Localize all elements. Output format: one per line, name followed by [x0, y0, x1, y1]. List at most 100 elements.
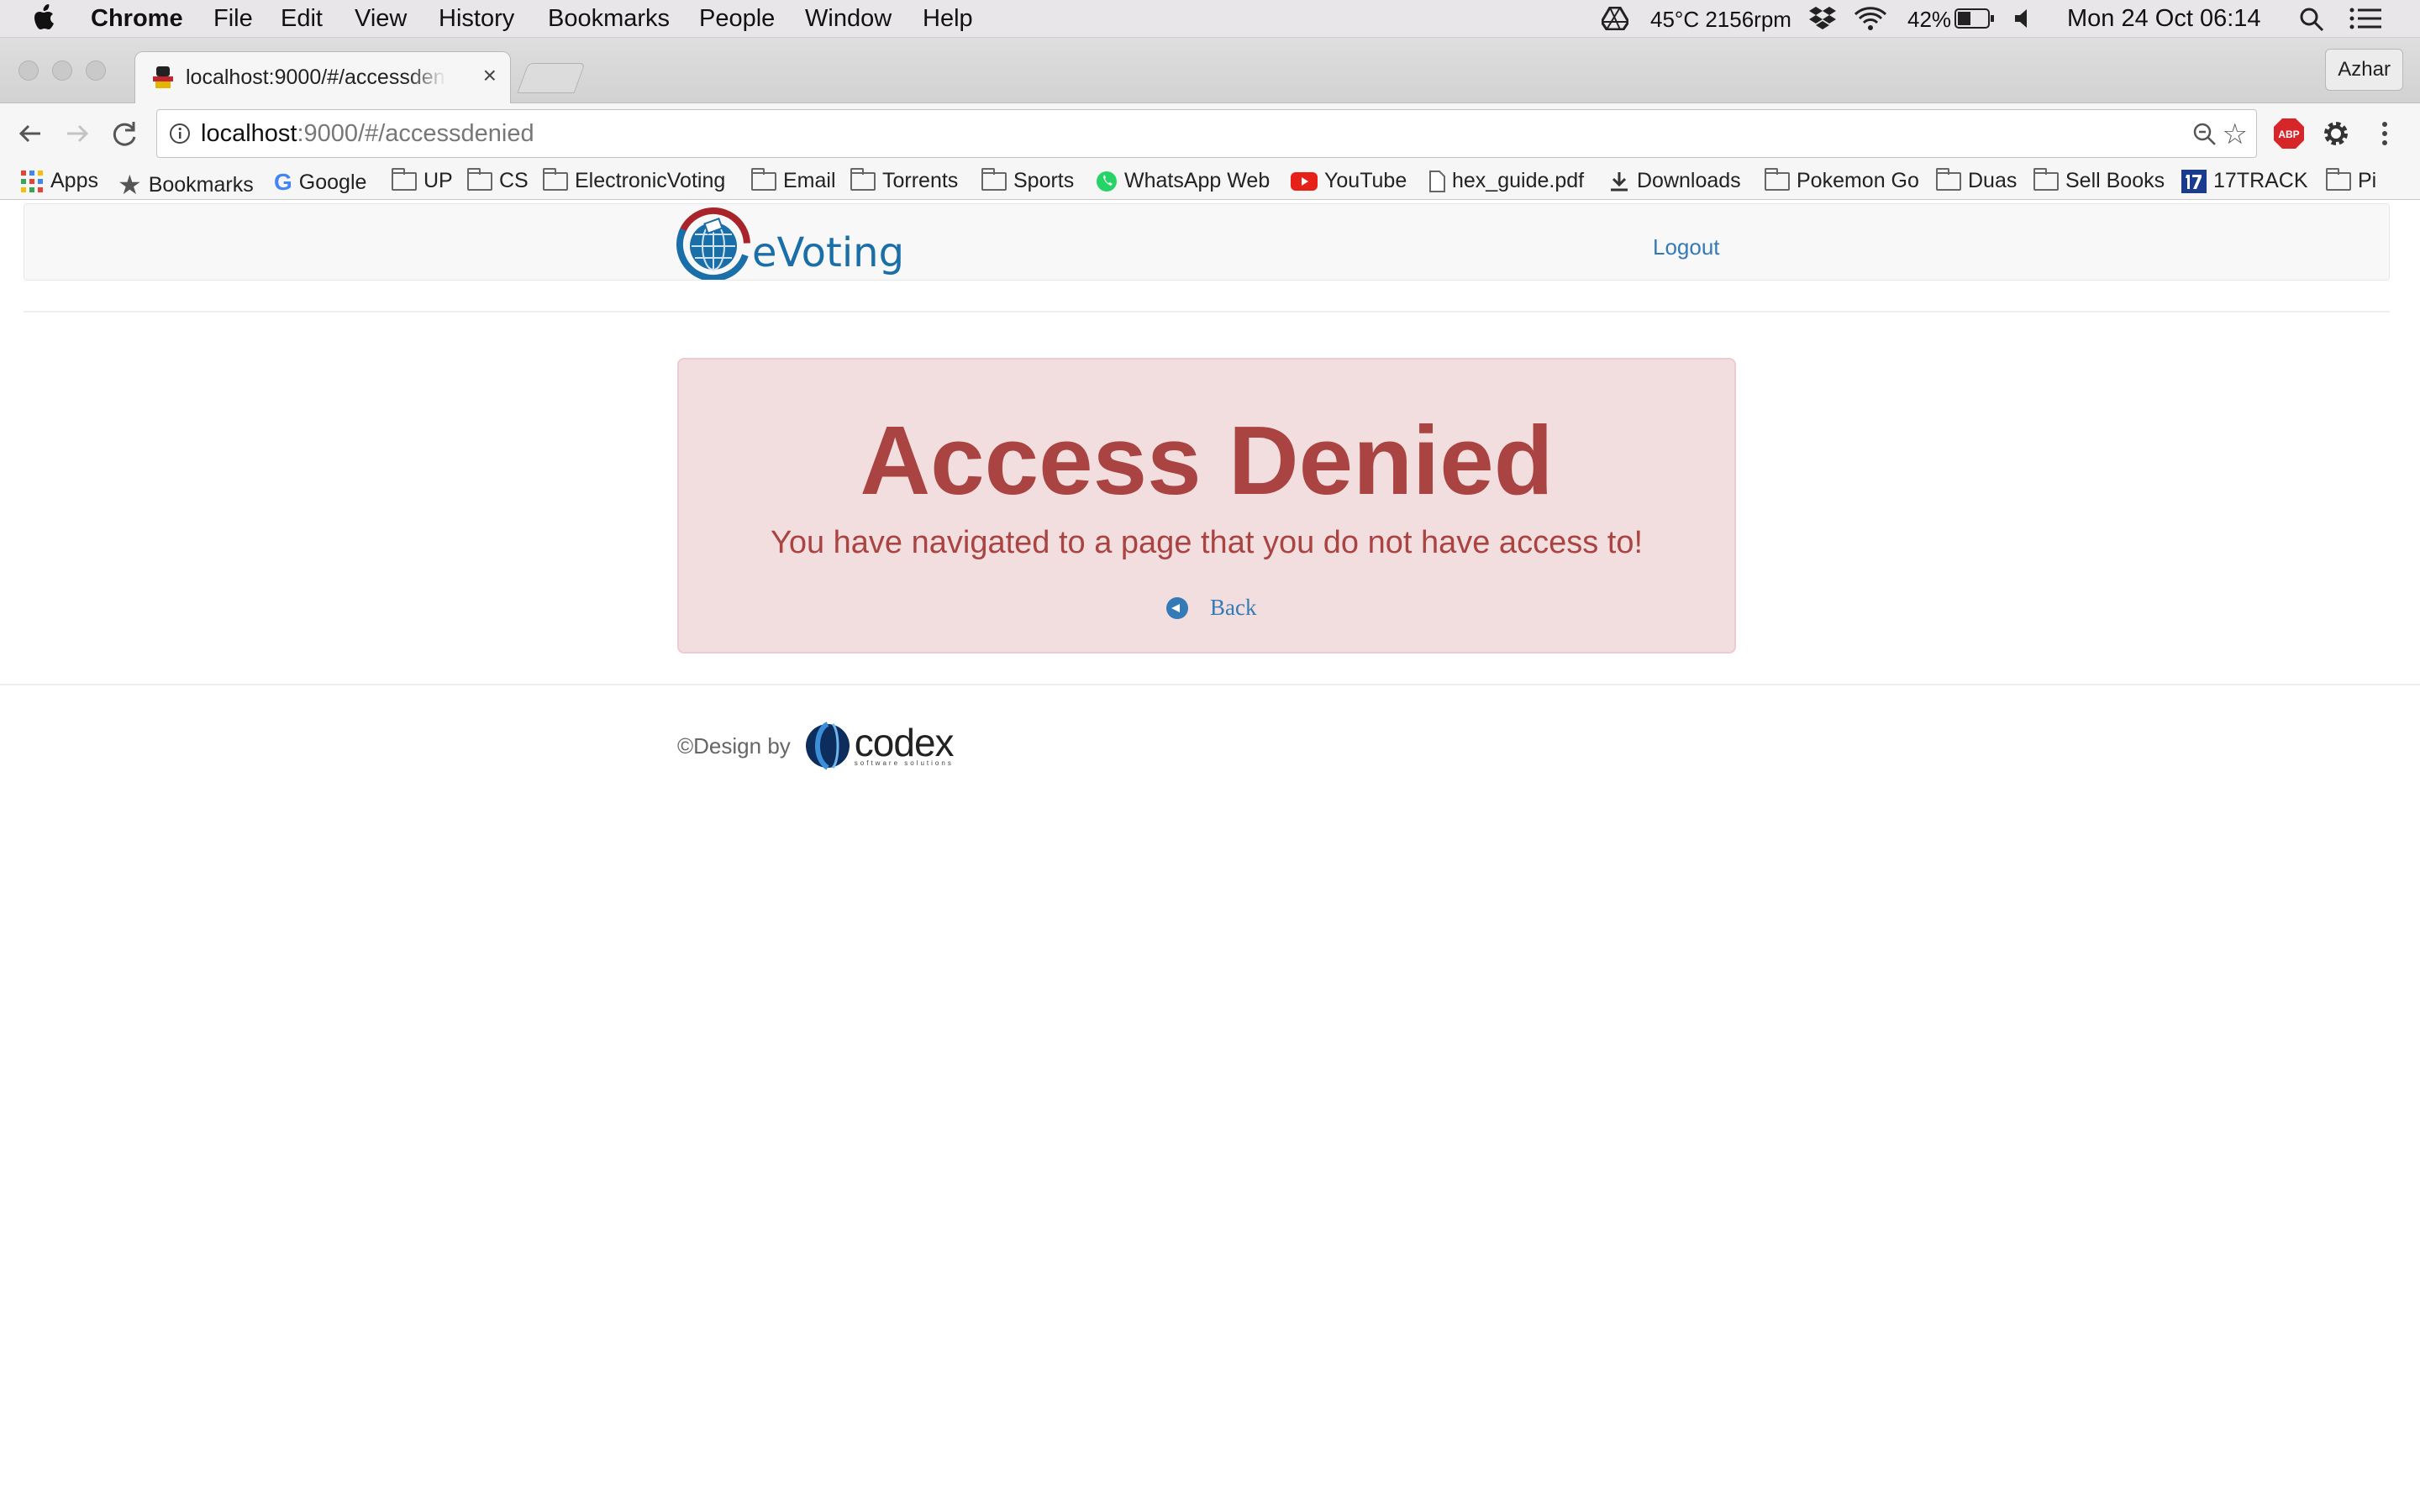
zoom-icon[interactable]	[2192, 122, 2217, 147]
window-minimize-button[interactable]	[52, 60, 72, 81]
circle-arrow-left-icon	[1166, 596, 1188, 619]
bookmark-whatsapp-web[interactable]: WhatsApp Web	[1096, 169, 1270, 193]
bookmark-folder-duas[interactable]: Duas	[1936, 167, 2018, 193]
access-denied-message: You have navigated to a page that you do…	[770, 525, 1644, 560]
bookmark-label: Duas	[1968, 169, 2018, 192]
bookmark-folder-pi[interactable]: Pi	[2326, 167, 2377, 193]
site-navbar: eVoting Logout	[24, 203, 2390, 281]
new-tab-button[interactable]	[517, 63, 586, 93]
bookmark-folder-sports[interactable]: Sports	[981, 167, 1074, 193]
back-label: Back	[1210, 595, 1257, 620]
bookmark-label: WhatsApp Web	[1124, 169, 1270, 192]
temperature-fan-status[interactable]: 45°C 2156rpm	[1650, 7, 1791, 33]
back-button[interactable]: Back	[1166, 595, 1256, 621]
evoting-brand-logo[interactable]: eVoting	[676, 207, 904, 281]
google-icon: G	[274, 169, 292, 195]
bookmark-folder-pokemon-go[interactable]: Pokemon Go	[1765, 167, 1919, 193]
menu-people[interactable]: People	[699, 5, 775, 33]
reload-icon[interactable]	[108, 117, 141, 150]
settings-gear-icon[interactable]	[2319, 117, 2353, 150]
bookmarks-bar: Apps ★ Bookmarks G Google UP CS Electron…	[0, 164, 2420, 200]
url-text[interactable]: localhost:9000/#/accessdenied	[201, 120, 534, 148]
bookmark-folder-sell-books[interactable]: Sell Books	[2033, 167, 2165, 193]
bookmark-folder-email[interactable]: Email	[751, 167, 836, 193]
logout-link[interactable]: Logout	[1653, 234, 1720, 260]
dropbox-icon[interactable]	[1808, 6, 1837, 31]
menu-history[interactable]: History	[439, 5, 514, 33]
bookmark-folder-torrents[interactable]: Torrents	[850, 167, 958, 193]
window-close-button[interactable]	[18, 60, 39, 81]
bookmark-label: Apps	[50, 169, 98, 192]
menu-window[interactable]: Window	[805, 5, 892, 33]
page-viewport: eVoting Logout Access Denied You have na…	[0, 200, 2420, 1512]
bookmark-17track[interactable]: 17TRACK	[2181, 169, 2308, 193]
bookmark-bookmarks[interactable]: ★ Bookmarks	[118, 169, 254, 201]
adblock-plus-icon[interactable]: ABP	[2272, 117, 2306, 150]
star-icon: ★	[118, 170, 142, 200]
menu-app-name[interactable]: Chrome	[91, 5, 183, 33]
bookmark-label: Downloads	[1637, 169, 1741, 192]
site-footer: ©Design by codex software solutions	[677, 721, 955, 771]
bookmark-label: Google	[298, 170, 367, 194]
forward-arrow-icon[interactable]	[60, 117, 94, 150]
profile-button[interactable]: Azhar	[2325, 49, 2403, 91]
menu-file[interactable]: File	[213, 5, 253, 33]
folder-icon	[1765, 167, 1790, 191]
folder-icon	[1936, 167, 1961, 191]
notification-center-icon[interactable]	[2349, 8, 2381, 29]
volume-icon[interactable]	[2013, 8, 2033, 29]
bookmark-label: ElectronicVoting	[575, 169, 726, 192]
bookmark-label: Pi	[2358, 169, 2377, 192]
bookmark-label: Pokemon Go	[1797, 169, 1919, 192]
wifi-icon[interactable]	[1854, 7, 1887, 30]
folder-icon	[751, 167, 776, 191]
codex-globe-icon	[805, 722, 850, 770]
codex-logo[interactable]: codex software solutions	[804, 721, 955, 771]
browser-tab-active[interactable]: localhost:9000/#/accessdenied ×	[134, 51, 511, 104]
bookmark-apps[interactable]: Apps	[20, 169, 98, 193]
svg-text:ABP: ABP	[2278, 129, 2299, 140]
bookmark-star-icon[interactable]: ☆	[2223, 118, 2248, 151]
design-credit: ©Design by	[677, 732, 791, 759]
svg-text:eVoting: eVoting	[752, 229, 903, 276]
browser-tab-strip: localhost:9000/#/accessdenied × Azhar	[0, 38, 2420, 104]
macos-menu-bar: Chrome File Edit View History Bookmarks …	[0, 0, 2420, 38]
youtube-icon	[1291, 171, 1318, 191]
17track-icon	[2181, 169, 2207, 193]
spotlight-search-icon[interactable]	[2299, 7, 2324, 32]
folder-icon	[850, 167, 876, 191]
menu-help[interactable]: Help	[923, 5, 973, 33]
tab-close-icon[interactable]: ×	[483, 62, 497, 89]
address-bar[interactable]: localhost:9000/#/accessdenied ☆	[156, 109, 2257, 158]
menu-edit[interactable]: Edit	[281, 5, 323, 33]
menu-view[interactable]: View	[355, 5, 407, 33]
whatsapp-icon	[1097, 171, 1117, 192]
bookmark-label: CS	[499, 169, 529, 192]
bookmark-google[interactable]: G Google	[274, 169, 366, 196]
site-info-icon[interactable]	[169, 123, 191, 144]
menu-clock[interactable]: Mon 24 Oct 06:14	[2067, 5, 2261, 33]
apple-icon[interactable]	[34, 4, 57, 31]
battery-icon[interactable]	[1954, 8, 1995, 29]
bookmark-label: hex_guide.pdf	[1452, 169, 1585, 192]
folder-icon	[2326, 167, 2351, 191]
folder-icon	[981, 167, 1007, 191]
back-arrow-icon[interactable]	[13, 117, 47, 150]
chrome-menu-icon[interactable]	[2368, 117, 2402, 150]
menu-bookmarks[interactable]: Bookmarks	[548, 5, 670, 33]
browser-toolbar: localhost:9000/#/accessdenied ☆ ABP	[0, 103, 2420, 164]
bookmark-hex-guide-pdf[interactable]: hex_guide.pdf	[1428, 169, 1584, 193]
bookmark-folder-up[interactable]: UP	[392, 167, 453, 193]
window-zoom-button[interactable]	[86, 60, 106, 81]
google-drive-icon[interactable]	[1602, 7, 1628, 30]
bookmark-downloads[interactable]: Downloads	[1608, 169, 1741, 193]
footer-divider	[0, 684, 2420, 685]
bookmark-label: UP	[424, 169, 453, 192]
bookmark-folder-electronicvoting[interactable]: ElectronicVoting	[543, 167, 726, 193]
bookmark-folder-cs[interactable]: CS	[467, 167, 529, 193]
header-divider	[24, 311, 2390, 312]
folder-icon	[543, 167, 568, 191]
battery-percent: 42%	[1907, 7, 1952, 32]
access-denied-alert: Access Denied You have navigated to a pa…	[677, 358, 1736, 654]
bookmark-youtube[interactable]: YouTube	[1291, 169, 1407, 193]
